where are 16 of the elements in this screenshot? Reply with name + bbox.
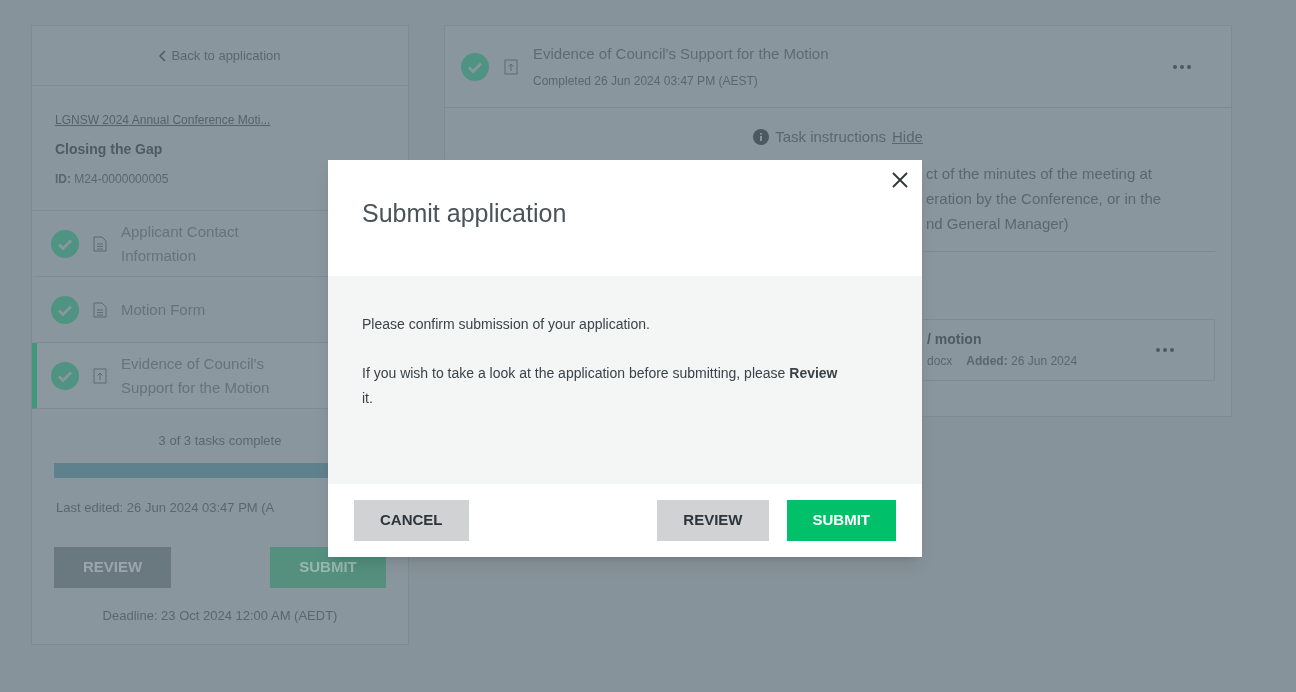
info-icon <box>753 129 770 146</box>
more-options-icon[interactable] <box>1173 64 1191 69</box>
application-title: Closing the Gap <box>55 140 164 159</box>
chevron-left-icon <box>159 49 168 62</box>
check-circle-icon <box>461 52 489 81</box>
more-options-icon[interactable] <box>1156 347 1174 352</box>
document-icon <box>93 235 107 252</box>
file-name: / motion <box>927 330 983 349</box>
upload-file-icon <box>93 367 107 384</box>
review-button[interactable]: REVIEW <box>657 500 769 541</box>
close-icon <box>892 172 908 188</box>
cancel-button[interactable]: CANCEL <box>354 500 469 541</box>
upload-file-icon <box>504 58 518 75</box>
submit-button[interactable]: SUBMIT <box>786 500 896 541</box>
close-button[interactable] <box>890 170 910 190</box>
document-icon <box>93 301 107 318</box>
